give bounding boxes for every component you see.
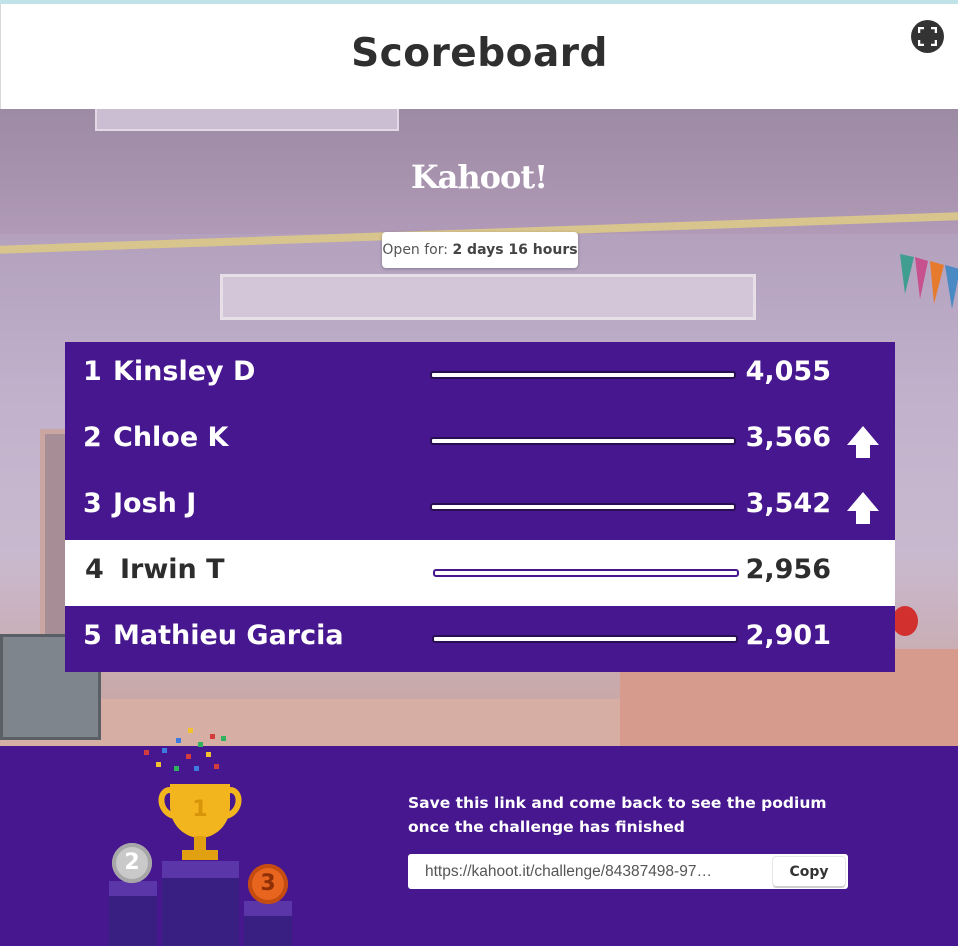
scoreboard-list: 1 Kinsley D 4,055 2 Chloe K 3,566 3 Josh… — [65, 342, 895, 672]
save-link-message: Save this link and come back to see the … — [408, 794, 827, 836]
row-rank: 4 — [85, 554, 104, 585]
up-arrow-icon — [847, 426, 879, 458]
third-place-medal-icon: 3 — [248, 864, 288, 904]
row-player-name: Josh J — [113, 488, 197, 519]
row-score-bar — [432, 635, 738, 643]
open-for-badge: Open for: 2 days 16 hours — [382, 232, 578, 268]
svg-text:1: 1 — [192, 797, 207, 822]
scoreboard-row-current-player: 4 Irwin T 2,956 — [65, 540, 895, 606]
scoreboard-row: 5 Mathieu Garcia 2,901 — [65, 606, 895, 672]
confetti-decoration — [144, 728, 226, 771]
fullscreen-button[interactable] — [911, 20, 944, 53]
open-for-value: 2 days 16 hours — [452, 242, 578, 258]
apple-decoration — [892, 606, 918, 636]
scoreboard-row: 1 Kinsley D 4,055 — [65, 342, 895, 408]
row-score-bar — [430, 371, 736, 379]
row-rank: 1 — [83, 356, 102, 387]
bunting-flags — [900, 254, 958, 309]
row-player-name: Kinsley D — [113, 356, 256, 387]
trophy-icon: 1 — [158, 784, 242, 860]
open-for-label: Open for: — [382, 242, 448, 258]
row-score-bar — [430, 503, 736, 511]
up-arrow-icon — [847, 492, 879, 524]
fullscreen-icon — [918, 27, 937, 46]
kahoot-logo: Kahoot! — [410, 158, 548, 196]
row-score: 2,956 — [745, 554, 831, 585]
challenge-link-box: https://kahoot.it/challenge/84387498-97…… — [408, 854, 848, 889]
row-rank: 5 — [83, 620, 102, 651]
copy-link-button[interactable]: Copy — [773, 857, 845, 886]
challenge-link-field[interactable]: https://kahoot.it/challenge/84387498-97… — [408, 854, 773, 889]
row-score-bar — [433, 569, 739, 577]
row-player-name: Chloe K — [113, 422, 229, 453]
row-rank: 3 — [83, 488, 102, 519]
second-place-medal-icon: 2 — [112, 843, 152, 883]
row-player-name: Mathieu Garcia — [113, 620, 344, 651]
header: Scoreboard — [0, 4, 958, 109]
row-player-name: Irwin T — [120, 554, 225, 585]
row-rank: 2 — [83, 422, 102, 453]
scoreboard-row: 3 Josh J 3,542 — [65, 474, 895, 540]
row-score: 2,901 — [745, 620, 831, 651]
row-score: 3,542 — [745, 488, 831, 519]
scoreboard-row: 2 Chloe K 3,566 — [65, 408, 895, 474]
page-title: Scoreboard — [351, 31, 608, 76]
row-score: 4,055 — [745, 356, 831, 387]
footer-panel: 1 2 3 Save this link and come back to se… — [0, 728, 958, 946]
row-score-bar — [430, 437, 736, 445]
row-score: 3,566 — [745, 422, 831, 453]
